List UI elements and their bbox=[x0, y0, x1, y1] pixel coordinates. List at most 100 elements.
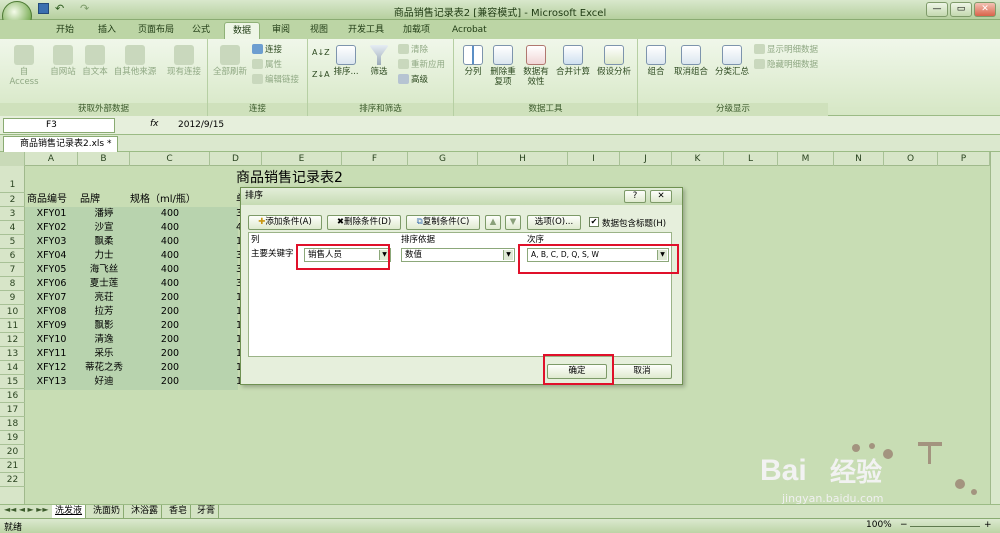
column-header-g[interactable]: G bbox=[408, 152, 478, 166]
table-cell[interactable]: XFY01 bbox=[25, 207, 78, 221]
refresh-all-button[interactable]: 全部刷新 bbox=[210, 45, 250, 77]
row-header[interactable]: 3 bbox=[0, 207, 25, 221]
row-header[interactable]: 20 bbox=[0, 445, 25, 459]
table-cell[interactable]: 沙宣 bbox=[78, 221, 130, 235]
close-button[interactable]: ✕ bbox=[974, 2, 996, 17]
row-header[interactable]: 12 bbox=[0, 333, 25, 347]
show-detail-button[interactable]: 显示明细数据 bbox=[754, 44, 818, 56]
zoom-slider[interactable] bbox=[910, 526, 980, 527]
sheet-nav-icon[interactable]: ◄◄ ◄ ► ►► bbox=[4, 505, 49, 514]
table-cell[interactable]: 200 bbox=[130, 305, 210, 319]
from-web-button[interactable]: 自网站 bbox=[46, 45, 80, 77]
table-cell[interactable]: 400 bbox=[130, 249, 210, 263]
column-header-n[interactable]: N bbox=[834, 152, 884, 166]
name-box[interactable]: F3 bbox=[3, 118, 115, 133]
sort-za-icon[interactable]: Z↓A bbox=[312, 69, 330, 80]
row-header[interactable]: 13 bbox=[0, 347, 25, 361]
row-header[interactable]: 15 bbox=[0, 375, 25, 389]
delete-level-button[interactable]: ✖删除条件(D) bbox=[327, 215, 401, 230]
table-cell[interactable]: 亮荘 bbox=[78, 291, 130, 305]
zoom-out-button[interactable]: − bbox=[900, 520, 908, 530]
table-cell[interactable]: 400 bbox=[130, 221, 210, 235]
minimize-button[interactable]: — bbox=[926, 2, 948, 17]
table-cell[interactable]: XFY10 bbox=[25, 333, 78, 347]
from-access-button[interactable]: 自 Access bbox=[4, 45, 44, 87]
hide-detail-button[interactable]: 隐藏明细数据 bbox=[754, 59, 818, 71]
reapply-button[interactable]: 重新应用 bbox=[398, 59, 445, 71]
row-header[interactable]: 4 bbox=[0, 221, 25, 235]
consolidate-button[interactable]: 合并计算 bbox=[554, 45, 592, 77]
row-header[interactable]: 8 bbox=[0, 277, 25, 291]
row-header[interactable]: 5 bbox=[0, 235, 25, 249]
column-header-f[interactable]: F bbox=[342, 152, 408, 166]
zoom-in-button[interactable]: + bbox=[984, 520, 992, 530]
sort-on-select[interactable]: 数值 ▼ bbox=[401, 248, 515, 262]
table-cell[interactable]: 400 bbox=[130, 263, 210, 277]
column-header-m[interactable]: M bbox=[778, 152, 834, 166]
table-cell[interactable]: XFY06 bbox=[25, 277, 78, 291]
sheet-tab[interactable]: 牙膏 bbox=[194, 505, 220, 518]
filter-button[interactable]: 筛选 bbox=[364, 45, 394, 77]
table-cell[interactable]: 飘影 bbox=[78, 319, 130, 333]
sheet-tab[interactable]: 香皂 bbox=[166, 505, 192, 518]
help-button[interactable]: ? bbox=[624, 190, 646, 203]
table-cell[interactable]: 好迪 bbox=[78, 375, 130, 389]
advanced-button[interactable]: 高级 bbox=[398, 74, 428, 86]
column-header-o[interactable]: O bbox=[884, 152, 938, 166]
table-cell[interactable]: 200 bbox=[130, 319, 210, 333]
column-header-i[interactable]: I bbox=[568, 152, 620, 166]
table-cell[interactable]: XFY08 bbox=[25, 305, 78, 319]
column-header-j[interactable]: J bbox=[620, 152, 672, 166]
row-header[interactable]: 17 bbox=[0, 403, 25, 417]
table-cell[interactable]: 蒂花之秀 bbox=[78, 361, 130, 375]
remove-duplicates-button[interactable]: 删除重复项 bbox=[488, 45, 518, 87]
table-cell[interactable]: XFY13 bbox=[25, 375, 78, 389]
tab-developer[interactable]: 开发工具 bbox=[340, 22, 392, 39]
table-cell[interactable]: 采乐 bbox=[78, 347, 130, 361]
tab-home[interactable]: 开始 bbox=[48, 22, 82, 39]
row-header[interactable]: 9 bbox=[0, 291, 25, 305]
header-cell[interactable]: 规格（ml/瓶） bbox=[130, 193, 235, 207]
table-cell[interactable]: 拉芳 bbox=[78, 305, 130, 319]
zoom-level[interactable]: 100% bbox=[866, 520, 892, 530]
clear-button[interactable]: 清除 bbox=[398, 44, 428, 56]
sheet-tab[interactable]: 洗发液 bbox=[52, 505, 87, 518]
move-down-button[interactable]: ▼ bbox=[505, 215, 521, 230]
column-header-k[interactable]: K bbox=[672, 152, 724, 166]
row-header[interactable]: 6 bbox=[0, 249, 25, 263]
cancel-button[interactable]: 取消 bbox=[612, 364, 672, 379]
tab-acrobat[interactable]: Acrobat bbox=[444, 22, 495, 39]
row-header[interactable]: 10 bbox=[0, 305, 25, 319]
row-header[interactable]: 16 bbox=[0, 389, 25, 403]
table-cell[interactable]: XFY09 bbox=[25, 319, 78, 333]
workbook-tab[interactable]: 商品销售记录表2.xls * bbox=[3, 136, 119, 152]
row-header[interactable]: 14 bbox=[0, 361, 25, 375]
tab-insert[interactable]: 插入 bbox=[90, 22, 124, 39]
table-cell[interactable]: 400 bbox=[130, 277, 210, 291]
has-headers-checkbox[interactable]: ✔ bbox=[589, 217, 599, 227]
select-all-corner[interactable] bbox=[0, 152, 25, 166]
column-header-l[interactable]: L bbox=[724, 152, 778, 166]
existing-connections-button[interactable]: 现有连接 bbox=[164, 45, 204, 77]
table-cell[interactable]: XFY11 bbox=[25, 347, 78, 361]
sheet-tab[interactable]: 沐浴露 bbox=[128, 505, 163, 518]
table-cell[interactable]: 400 bbox=[130, 207, 210, 221]
table-cell[interactable]: XFY12 bbox=[25, 361, 78, 375]
row-header[interactable]: 18 bbox=[0, 417, 25, 431]
column-header-e[interactable]: E bbox=[262, 152, 342, 166]
table-cell[interactable]: XFY04 bbox=[25, 249, 78, 263]
row-header[interactable]: 2 bbox=[0, 193, 25, 207]
dialog-close-button[interactable]: ✕ bbox=[650, 190, 672, 203]
connections-button[interactable]: 连接 bbox=[252, 44, 282, 56]
table-cell[interactable]: 潘婷 bbox=[78, 207, 130, 221]
row-header[interactable]: 21 bbox=[0, 459, 25, 473]
table-cell[interactable]: 200 bbox=[130, 347, 210, 361]
table-cell[interactable]: 力士 bbox=[78, 249, 130, 263]
tab-addins[interactable]: 加载项 bbox=[395, 22, 438, 39]
table-cell[interactable]: 200 bbox=[130, 375, 210, 389]
add-level-button[interactable]: ✚添加条件(A) bbox=[248, 215, 322, 230]
header-cell[interactable]: 品牌 bbox=[80, 193, 130, 207]
tab-view[interactable]: 视图 bbox=[302, 22, 336, 39]
vertical-scrollbar[interactable] bbox=[990, 152, 1000, 504]
tab-data[interactable]: 数据 bbox=[224, 22, 261, 39]
